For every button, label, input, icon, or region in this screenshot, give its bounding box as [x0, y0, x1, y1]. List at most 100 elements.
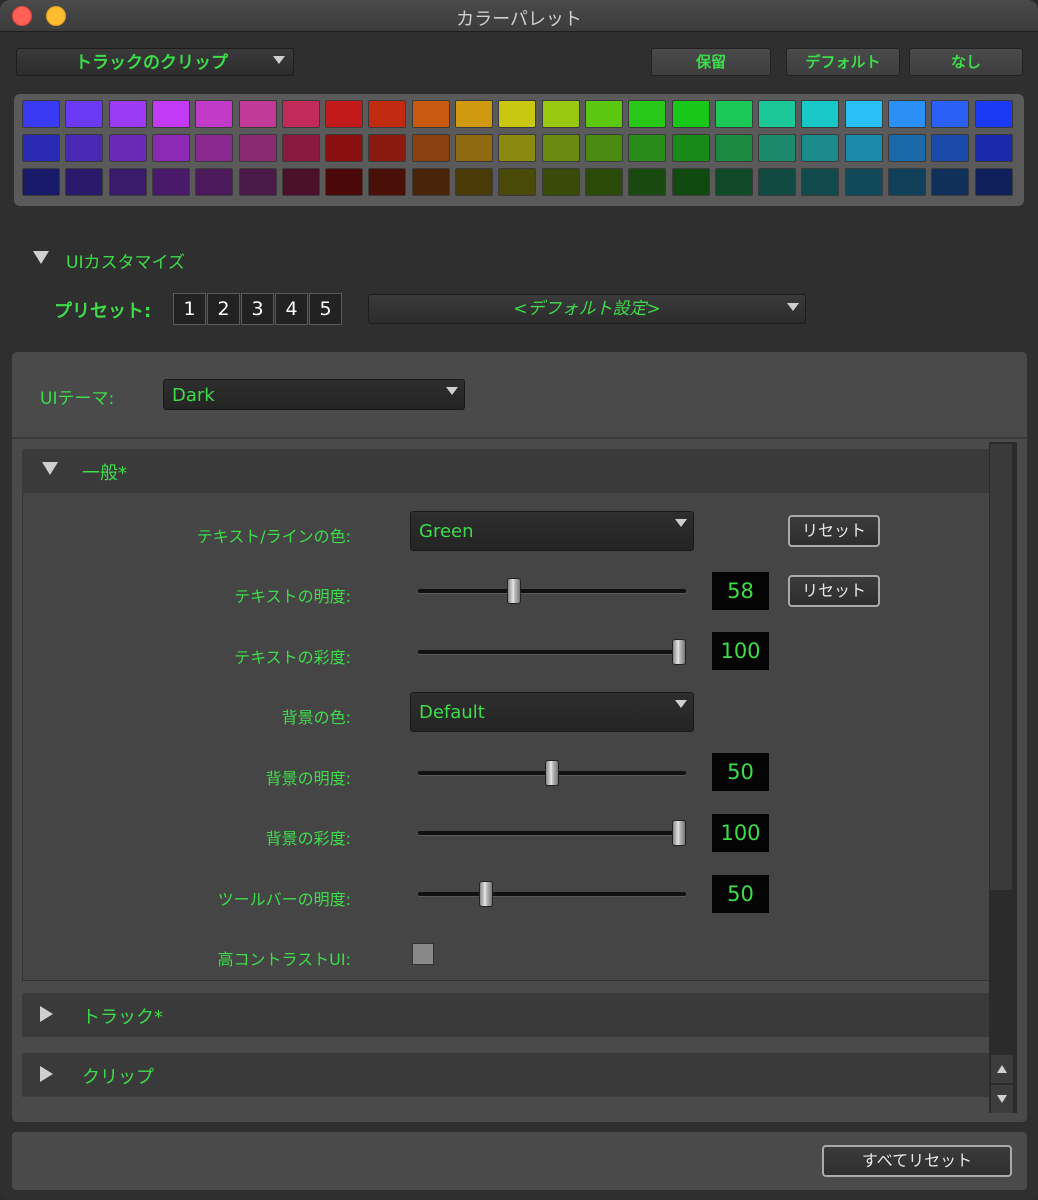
bg-saturation-value[interactable]: 100 — [712, 814, 769, 852]
text-color-reset-button[interactable]: リセット — [788, 515, 880, 547]
slider-thumb[interactable] — [545, 760, 559, 786]
color-swatch[interactable] — [325, 168, 364, 196]
section-header-general[interactable]: 一般* — [22, 449, 992, 493]
none-button[interactable]: なし — [909, 48, 1023, 76]
color-swatch[interactable] — [368, 100, 407, 128]
toolbar-brightness-slider[interactable] — [418, 881, 686, 907]
color-swatch[interactable] — [801, 168, 840, 196]
color-swatch[interactable] — [931, 100, 970, 128]
color-swatch[interactable] — [801, 134, 840, 162]
color-swatch[interactable] — [238, 100, 277, 128]
ui-theme-select[interactable]: Dark — [163, 379, 465, 410]
color-swatch[interactable] — [65, 168, 104, 196]
toolbar-brightness-value[interactable]: 50 — [712, 875, 769, 913]
scroll-down-button[interactable] — [991, 1085, 1013, 1113]
color-swatch[interactable] — [974, 168, 1013, 196]
color-swatch[interactable] — [974, 100, 1013, 128]
vertical-scrollbar[interactable] — [989, 442, 1017, 1113]
text-saturation-value[interactable]: 100 — [712, 632, 769, 670]
color-swatch[interactable] — [22, 168, 60, 196]
default-button[interactable]: デフォルト — [786, 48, 900, 76]
color-swatch[interactable] — [411, 168, 450, 196]
color-swatch[interactable] — [411, 100, 450, 128]
bg-brightness-slider[interactable] — [418, 760, 686, 786]
color-swatch[interactable] — [108, 168, 147, 196]
scroll-up-button[interactable] — [991, 1055, 1013, 1083]
color-swatch[interactable] — [584, 168, 623, 196]
preset-button-3[interactable]: 3 — [241, 293, 274, 325]
preset-button-5[interactable]: 5 — [309, 293, 342, 325]
color-swatch[interactable] — [714, 100, 753, 128]
color-swatch[interactable] — [584, 134, 623, 162]
color-swatch[interactable] — [888, 100, 926, 128]
color-swatch[interactable] — [844, 168, 883, 196]
color-swatch[interactable] — [758, 100, 797, 128]
text-saturation-slider[interactable] — [418, 639, 686, 665]
color-swatch[interactable] — [844, 100, 883, 128]
color-swatch[interactable] — [628, 168, 667, 196]
color-swatch[interactable] — [628, 100, 667, 128]
color-swatch[interactable] — [541, 134, 580, 162]
color-swatch[interactable] — [325, 134, 364, 162]
bg-saturation-slider[interactable] — [418, 820, 686, 846]
color-swatch[interactable] — [844, 134, 883, 162]
collapse-triangle-icon[interactable] — [33, 251, 49, 264]
color-swatch[interactable] — [22, 100, 60, 128]
color-swatch[interactable] — [671, 168, 710, 196]
ui-customize-title[interactable]: UIカスタマイズ — [66, 248, 185, 273]
bg-brightness-value[interactable]: 50 — [712, 753, 769, 791]
color-swatch[interactable] — [195, 100, 234, 128]
color-swatch[interactable] — [888, 134, 926, 162]
color-swatch[interactable] — [671, 100, 710, 128]
color-swatch[interactable] — [455, 134, 493, 162]
color-swatch[interactable] — [758, 168, 797, 196]
color-swatch[interactable] — [195, 168, 234, 196]
title-bar[interactable]: カラーパレット — [0, 0, 1038, 32]
color-swatch[interactable] — [151, 100, 190, 128]
text-brightness-reset-button[interactable]: リセット — [788, 575, 880, 607]
color-swatch[interactable] — [498, 168, 537, 196]
color-swatch[interactable] — [584, 100, 623, 128]
color-swatch[interactable] — [108, 100, 147, 128]
color-swatch[interactable] — [714, 168, 753, 196]
color-swatch[interactable] — [151, 168, 190, 196]
slider-thumb[interactable] — [478, 881, 493, 907]
color-swatch[interactable] — [888, 168, 926, 196]
color-swatch[interactable] — [325, 100, 364, 128]
slider-thumb[interactable] — [672, 639, 686, 665]
color-swatch[interactable] — [281, 100, 320, 128]
color-swatch[interactable] — [931, 134, 970, 162]
section-header-clip[interactable]: クリップ — [22, 1053, 992, 1097]
text-brightness-value[interactable]: 58 — [712, 572, 769, 610]
text-brightness-slider[interactable] — [418, 578, 686, 604]
color-swatch[interactable] — [411, 134, 450, 162]
high-contrast-checkbox[interactable] — [412, 943, 434, 965]
color-swatch[interactable] — [931, 168, 970, 196]
color-swatch[interactable] — [541, 168, 580, 196]
color-swatch[interactable] — [541, 100, 580, 128]
color-swatch[interactable] — [281, 168, 320, 196]
color-swatch[interactable] — [801, 100, 840, 128]
color-swatch[interactable] — [238, 134, 277, 162]
color-swatch[interactable] — [195, 134, 234, 162]
clip-color-select[interactable]: トラックのクリップ — [16, 48, 294, 76]
color-swatch[interactable] — [628, 134, 667, 162]
color-swatch[interactable] — [974, 134, 1013, 162]
color-swatch[interactable] — [238, 168, 277, 196]
color-swatch[interactable] — [151, 134, 190, 162]
color-swatch[interactable] — [368, 168, 407, 196]
section-header-track[interactable]: トラック* — [22, 993, 992, 1037]
color-swatch[interactable] — [455, 100, 493, 128]
scrollbar-thumb[interactable] — [990, 444, 1012, 890]
color-swatch[interactable] — [671, 134, 710, 162]
preset-button-1[interactable]: 1 — [173, 293, 206, 325]
color-swatch[interactable] — [498, 134, 537, 162]
hold-button[interactable]: 保留 — [651, 48, 771, 76]
slider-thumb[interactable] — [506, 578, 521, 604]
preset-button-4[interactable]: 4 — [275, 293, 308, 325]
reset-all-button[interactable]: すべてリセット — [822, 1145, 1012, 1177]
color-swatch[interactable] — [498, 100, 537, 128]
color-swatch[interactable] — [758, 134, 797, 162]
color-swatch[interactable] — [108, 134, 147, 162]
text-color-select[interactable]: Green — [410, 511, 694, 551]
